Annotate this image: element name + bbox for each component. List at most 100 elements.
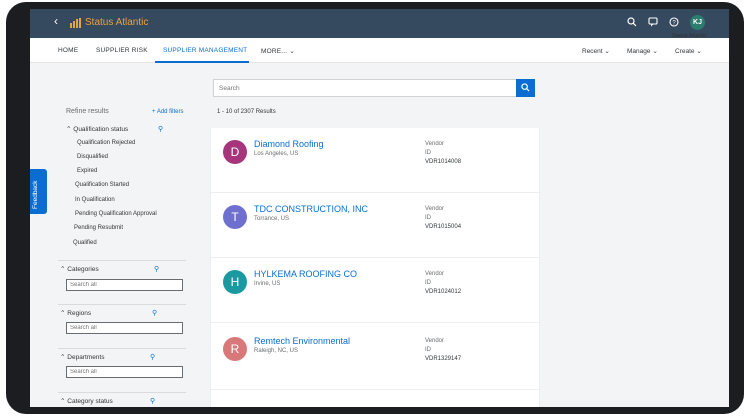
chevron-down-icon: ⌄	[289, 48, 295, 55]
result-card[interactable]: T TDC CONSTRUCTION, INC Torrance, US Ven…	[211, 193, 541, 258]
collapse-icon: ⌃	[60, 398, 66, 405]
supplier-type: Vendor	[425, 206, 445, 212]
supplier-id: VDR1329147	[425, 356, 462, 362]
tab-more-label: MORE...	[261, 48, 288, 55]
supplier-avatar: R	[223, 337, 247, 361]
tab-supplier-risk[interactable]: SUPPLIER RISK	[96, 47, 148, 54]
category-status-header[interactable]: ⌃ Category status	[60, 397, 113, 405]
divider	[58, 260, 186, 261]
supplier-location: Los Angeles, US	[254, 151, 299, 157]
qualification-option[interactable]: Expired	[77, 168, 97, 174]
search-icon[interactable]	[626, 17, 638, 29]
refine-results-label: Refine results	[66, 108, 109, 115]
search-input[interactable]	[213, 79, 517, 97]
recent-menu-label: Recent	[582, 48, 603, 55]
supplier-type: Vendor	[425, 141, 445, 147]
supplier-location: Irvine, US	[254, 281, 281, 287]
collapse-icon: ⌃	[60, 266, 66, 273]
supplier-avatar: D	[223, 140, 247, 164]
recent-menu[interactable]: Recent ⌄	[582, 47, 610, 55]
manage-menu[interactable]: Manage ⌄	[627, 47, 658, 55]
qualification-option[interactable]: Pending Qualification Approval	[75, 211, 157, 217]
supplier-name-link[interactable]: Diamond Roofing	[254, 139, 324, 149]
supplier-id-label: ID	[425, 215, 431, 221]
chevron-down-icon: ⌄	[652, 48, 658, 55]
filter-icon[interactable]: ⚲	[154, 265, 159, 273]
qualification-status-label: Qualification status	[73, 126, 129, 133]
collapse-icon: ⌃	[66, 126, 72, 133]
departments-header[interactable]: ⌃ Departments	[60, 353, 104, 361]
tablet-frame: ‹ Status Atlantic ? KJ Status Atlantic H…	[6, 2, 744, 414]
supplier-id: VDR1014008	[425, 159, 462, 165]
shell-bar: ‹ Status Atlantic ? KJ	[30, 9, 729, 38]
supplier-id-label: ID	[425, 347, 431, 353]
supplier-avatar: T	[223, 205, 247, 229]
tab-more[interactable]: MORE... ⌄	[261, 47, 295, 55]
app-screen: ‹ Status Atlantic ? KJ Status Atlantic H…	[30, 9, 729, 407]
notification-icon[interactable]	[647, 17, 659, 29]
categories-header[interactable]: ⌃ Categories	[60, 265, 99, 273]
collapse-icon: ⌃	[60, 310, 66, 317]
search-icon	[521, 83, 530, 92]
app-logo[interactable]: Status Atlantic	[70, 17, 148, 28]
create-menu-label: Create	[675, 48, 695, 55]
tab-home[interactable]: HOME	[58, 47, 78, 54]
departments-search-input[interactable]	[66, 366, 183, 378]
feedback-button[interactable]: Feedback	[30, 169, 47, 214]
help-icon[interactable]: ?	[668, 17, 680, 29]
supplier-id: VDR1024012	[425, 289, 462, 295]
tab-supplier-management[interactable]: SUPPLIER MANAGEMENT	[163, 47, 247, 54]
categories-search-input[interactable]	[66, 279, 183, 291]
categories-label: Categories	[67, 266, 99, 273]
supplier-name-link[interactable]: Remtech Environmental	[254, 336, 350, 346]
search-button[interactable]	[516, 79, 535, 97]
divider	[58, 304, 186, 305]
result-card[interactable]: H HYLKEMA ROOFING CO Irvine, US Vendor I…	[211, 258, 541, 323]
active-tab-indicator	[155, 61, 249, 63]
app-name: Status Atlantic	[85, 17, 149, 28]
qualification-option[interactable]: In Qualification	[75, 197, 115, 203]
chevron-down-icon: ⌄	[696, 48, 702, 55]
result-card[interactable]: D Diamond Roofing Los Angeles, US Vendor…	[211, 128, 541, 193]
supplier-id-label: ID	[425, 150, 431, 156]
results-list: D Diamond Roofing Los Angeles, US Vendor…	[210, 128, 541, 407]
supplier-id-label: ID	[425, 280, 431, 286]
supplier-type: Vendor	[425, 271, 445, 277]
category-status-label: Category status	[67, 398, 113, 405]
supplier-name-link[interactable]: TDC CONSTRUCTION, INC	[254, 204, 368, 214]
feedback-label: Feedback	[32, 180, 39, 209]
qualification-option[interactable]: Qualification Started	[75, 182, 129, 188]
divider	[58, 392, 186, 393]
regions-header[interactable]: ⌃ Regions	[60, 309, 91, 317]
departments-label: Departments	[67, 354, 105, 361]
qualification-option[interactable]: Qualification Rejected	[77, 140, 135, 146]
filter-icon[interactable]: ⚲	[150, 397, 155, 405]
regions-search-input[interactable]	[66, 322, 183, 334]
supplier-name-link[interactable]: HYLKEMA ROOFING CO	[254, 269, 357, 279]
supplier-type: Vendor	[425, 338, 445, 344]
create-menu[interactable]: Create ⌄	[675, 47, 702, 55]
supplier-location: Torrance, US	[254, 216, 290, 222]
result-count: 1 - 10 of 2307 Results	[217, 109, 276, 115]
supplier-location: Raleigh, NC, US	[254, 348, 299, 354]
result-card[interactable]: R Remtech Environmental Raleigh, NC, US …	[211, 325, 541, 390]
collapse-icon: ⌃	[60, 354, 66, 361]
filter-icon[interactable]: ⚲	[150, 353, 155, 361]
chevron-left-icon[interactable]: ‹	[54, 14, 58, 28]
regions-label: Regions	[67, 310, 92, 317]
filter-icon[interactable]: ⚲	[152, 309, 157, 317]
supplier-id: VDR1015004	[425, 224, 462, 230]
qualification-option[interactable]: Disqualified	[77, 154, 108, 160]
chevron-down-icon: ⌄	[604, 48, 610, 55]
add-filters-link[interactable]: + Add filters	[152, 109, 184, 115]
qualification-option[interactable]: Qualified	[73, 240, 97, 246]
top-navigation: HOME SUPPLIER RISK SUPPLIER MANAGEMENT M…	[30, 38, 729, 63]
filter-icon[interactable]: ⚲	[158, 125, 163, 133]
supplier-avatar: H	[223, 270, 247, 294]
logo-icon	[70, 17, 81, 28]
user-avatar[interactable]: KJ	[690, 15, 705, 30]
manage-menu-label: Manage	[627, 48, 651, 55]
divider	[58, 348, 186, 349]
qualification-status-header[interactable]: ⌃ Qualification status	[66, 125, 128, 133]
qualification-option[interactable]: Pending Resubmit	[74, 225, 123, 231]
